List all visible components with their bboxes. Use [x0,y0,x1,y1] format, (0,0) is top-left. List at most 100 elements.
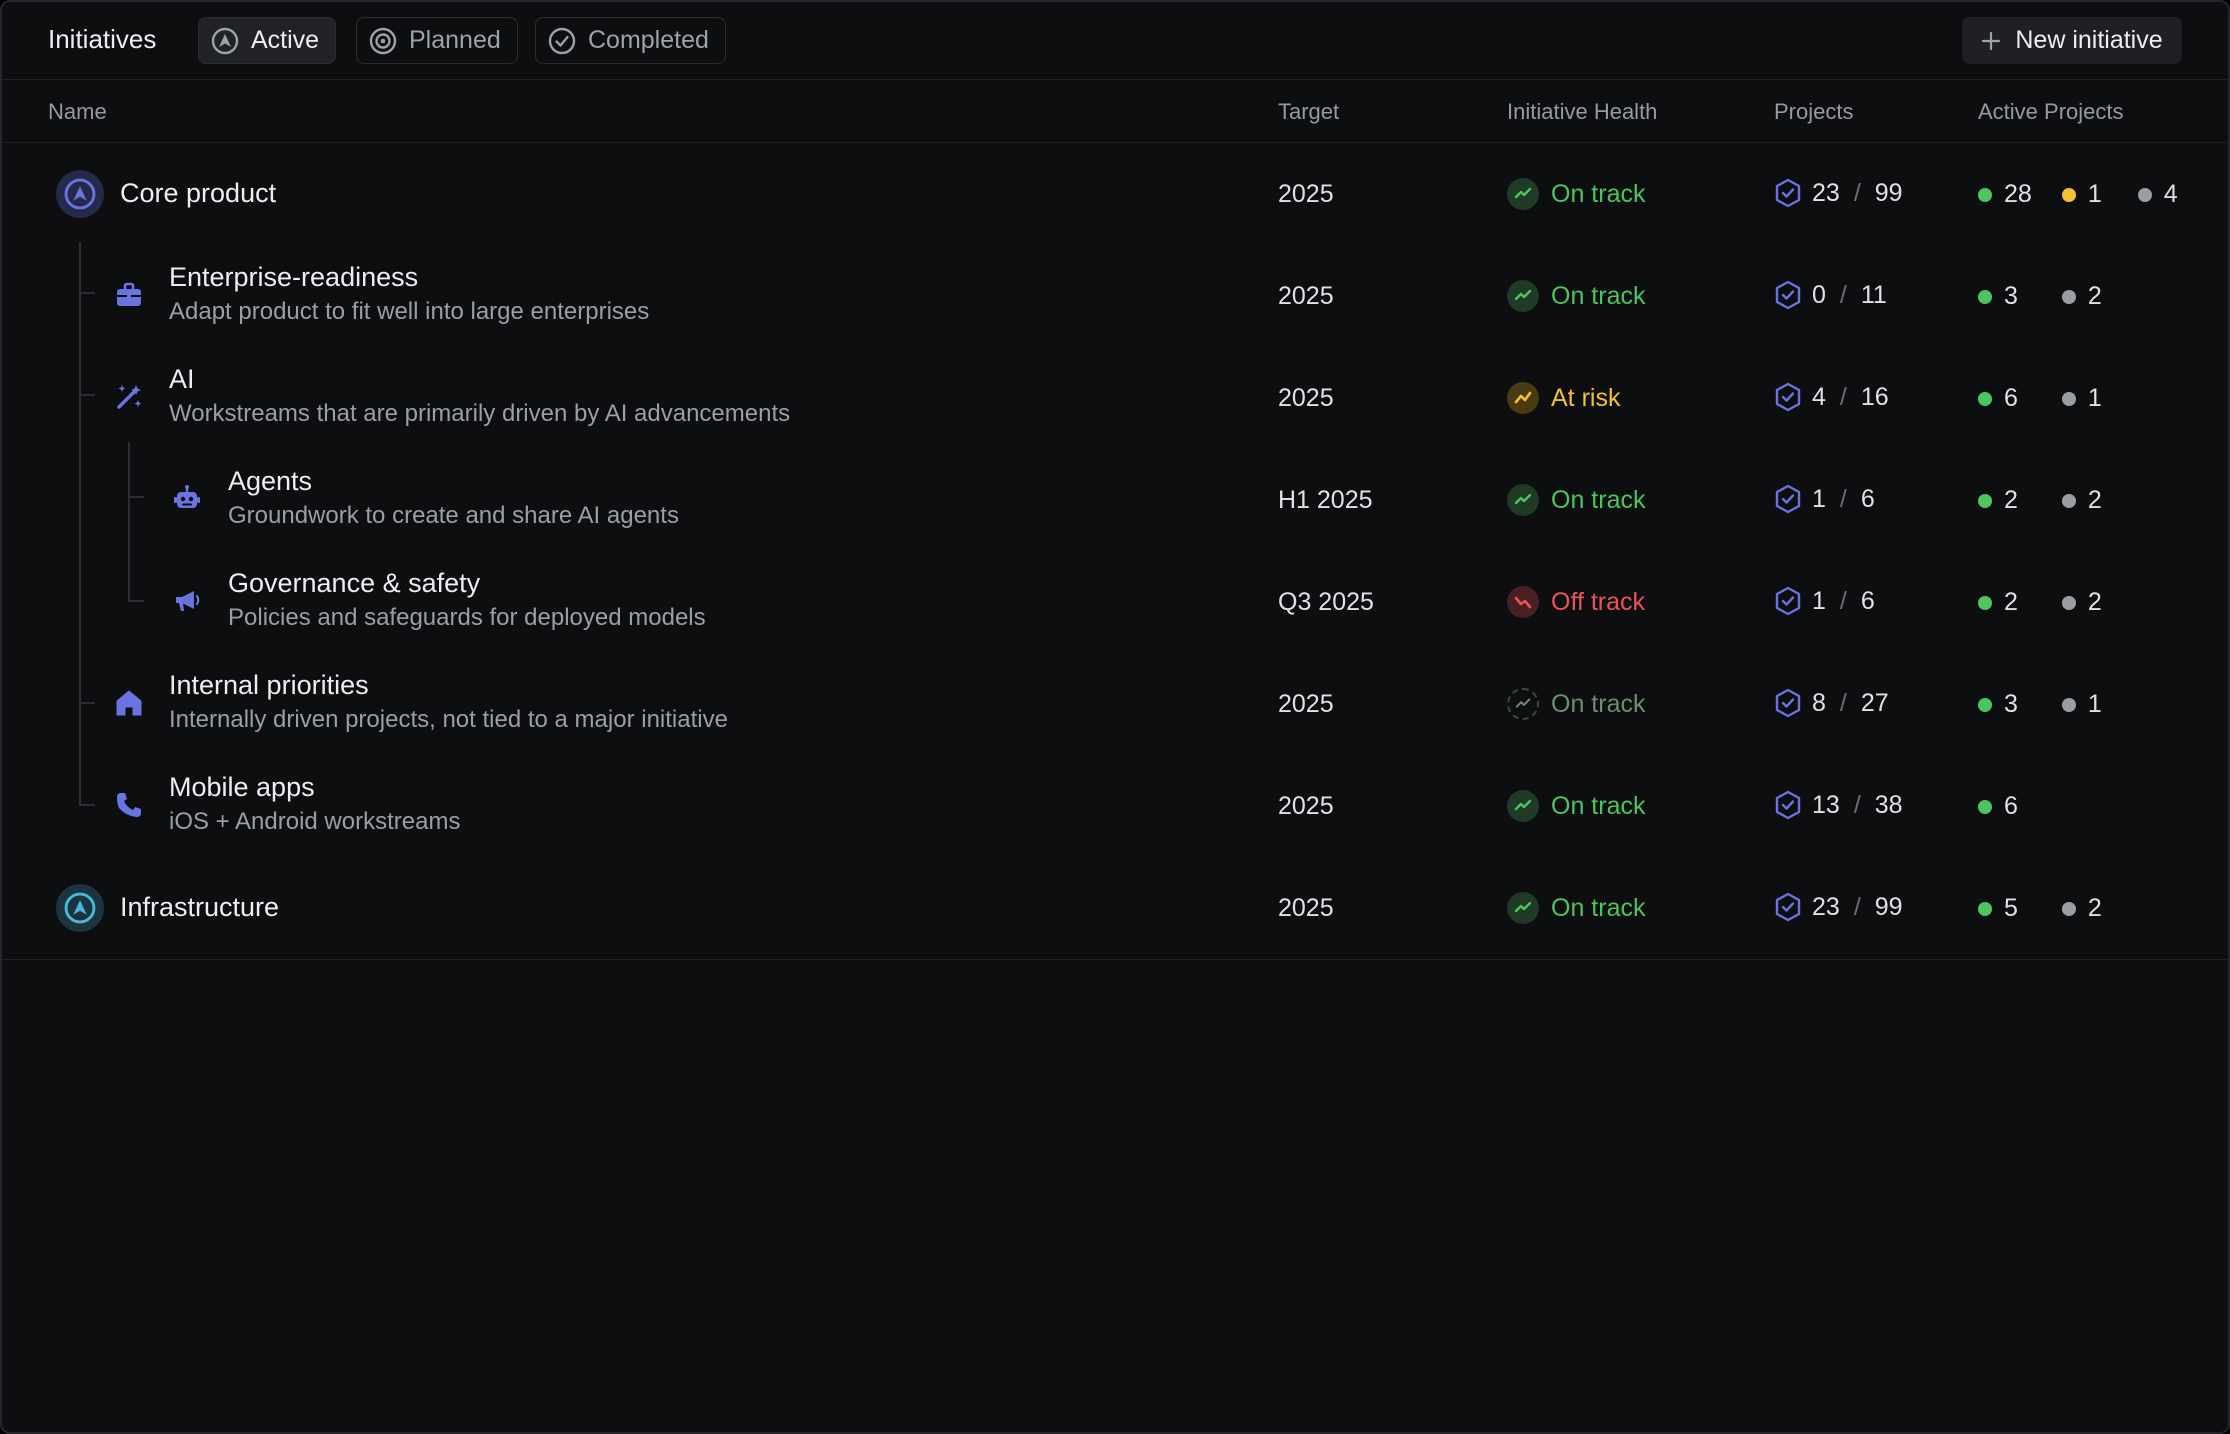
initiative-description: Groundwork to create and share AI agents [228,502,679,529]
active-green-count: 3 [2004,690,2018,718]
projects-total: 6 [1860,484,1875,513]
gray-dot [2137,187,2152,202]
target-date: 2025 [1278,894,1334,922]
tab-completed[interactable]: Completed [535,17,726,64]
hexagon-check-icon [1775,688,1801,718]
tab-active[interactable]: Active [198,17,337,64]
hexagon-check-icon [1775,586,1801,616]
projects-count: 13/38 [1774,790,1903,820]
top-bar: Initiatives Active Planned Completed New… [2,2,2228,80]
hexagon-check-icon [1775,382,1801,412]
gray-dot [2061,901,2076,916]
table-row[interactable]: Internal priorities Internally driven pr… [2,654,2228,756]
column-name[interactable]: Name [48,99,107,125]
projects-done: 23 [1812,178,1840,207]
active-gray-count: 2 [2087,486,2102,514]
new-initiative-button[interactable]: New initiative [1962,17,2182,64]
table-row[interactable]: Agents Groundwork to create and share AI… [2,450,2228,552]
rocket-circle-icon [56,170,104,218]
initiative-description: Adapt product to fit well into large ent… [169,298,650,325]
magic-wand-icon [112,380,146,414]
initiative-name[interactable]: Infrastructure [120,892,279,923]
initiative-name[interactable]: Core product [120,178,276,209]
tab-completed-label: Completed [588,26,709,54]
check-circle-icon [548,27,576,54]
initiative-name[interactable]: Internal priorities [169,670,369,701]
health-status[interactable]: On track [1507,484,1645,516]
initiative-name[interactable]: Mobile apps [169,772,315,803]
projects-total: 6 [1860,586,1875,615]
green-dot [1978,493,1992,508]
active-projects: 5 2 [1978,894,2102,923]
target-date: Q3 2025 [1278,588,1374,616]
health-status[interactable]: On track [1507,892,1645,924]
target-date: 2025 [1278,282,1334,310]
initiative-name[interactable]: Agents [228,466,312,497]
table-row[interactable]: Core product 2025 On track 23/99 28 1 4 [2,144,2228,246]
active-green-count: 6 [2004,792,2018,820]
target-date: 2025 [1278,792,1334,820]
active-gray-count: 2 [2087,588,2102,616]
projects-count: 0/11 [1774,280,1887,310]
table-row[interactable]: Governance & safety Policies and safegua… [2,552,2228,654]
column-projects[interactable]: Projects [1774,99,1853,125]
projects-total: 16 [1860,382,1889,411]
active-gray-count: 2 [2087,894,2102,922]
table-row[interactable]: AI Workstreams that are primarily driven… [2,348,2228,450]
active-green-count: 28 [2004,180,2032,208]
active-projects: 3 1 [1978,690,2102,719]
active-green-count: 3 [2004,282,2018,310]
tab-planned[interactable]: Planned [356,17,518,64]
active-projects: 3 2 [1978,282,2102,311]
health-status[interactable]: At risk [1507,382,1620,414]
briefcase-icon [112,278,146,312]
initiative-name[interactable]: Governance & safety [228,568,480,599]
page-title: Initiatives [48,24,157,54]
health-status[interactable]: On track [1507,280,1645,312]
health-label: On track [1551,485,1646,514]
initiative-name[interactable]: Enterprise-readiness [169,262,418,293]
tab-active-label: Active [251,26,320,54]
active-gray-count: 1 [2087,690,2102,718]
trend-up-icon [1507,280,1539,312]
health-label: At risk [1551,383,1621,412]
projects-done: 8 [1812,688,1826,717]
hexagon-check-icon [1775,178,1801,208]
active-green-count: 2 [2004,486,2018,514]
column-active-projects[interactable]: Active Projects [1978,99,2124,125]
target-date: 2025 [1278,180,1334,208]
green-dot [1978,901,1992,916]
projects-done: 1 [1812,586,1826,615]
active-yellow-count: 1 [2087,180,2102,208]
active-green-count: 6 [2004,384,2018,412]
table-row[interactable]: Mobile apps iOS + Android workstreams 20… [2,756,2228,858]
projects-count: 1/6 [1774,586,1875,616]
rocket-circle-icon [56,884,104,932]
hexagon-check-icon [1775,892,1801,922]
projects-total: 27 [1860,688,1889,717]
target-date: H1 2025 [1278,486,1373,514]
trend-up-icon [1507,790,1539,822]
table-row[interactable]: Infrastructure 2025 On track 23/99 5 2 [2,858,2228,960]
green-dot [1978,391,1992,406]
trend-down-icon [1507,586,1539,618]
green-dot [1978,799,1992,814]
initiatives-window: Initiatives Active Planned Completed New… [0,0,2230,1434]
column-target[interactable]: Target [1278,99,1339,125]
column-health[interactable]: Initiative Health [1507,99,1657,125]
health-status[interactable]: Off track [1507,586,1645,618]
table-row[interactable]: Enterprise-readiness Adapt product to fi… [2,246,2228,348]
green-dot [1978,595,1992,610]
health-status[interactable]: On track [1507,790,1645,822]
active-gray-count: 1 [2087,384,2102,412]
projects-count: 23/99 [1774,178,1903,208]
target-date: 2025 [1278,690,1334,718]
health-status[interactable]: On track [1507,688,1645,720]
active-projects: 2 2 [1978,588,2102,617]
initiative-name[interactable]: AI [169,364,195,395]
tab-planned-label: Planned [409,26,501,54]
health-status[interactable]: On track [1507,178,1645,210]
active-gray-count: 4 [2163,180,2178,208]
initiative-description: iOS + Android workstreams [169,808,461,835]
projects-done: 1 [1812,484,1826,513]
